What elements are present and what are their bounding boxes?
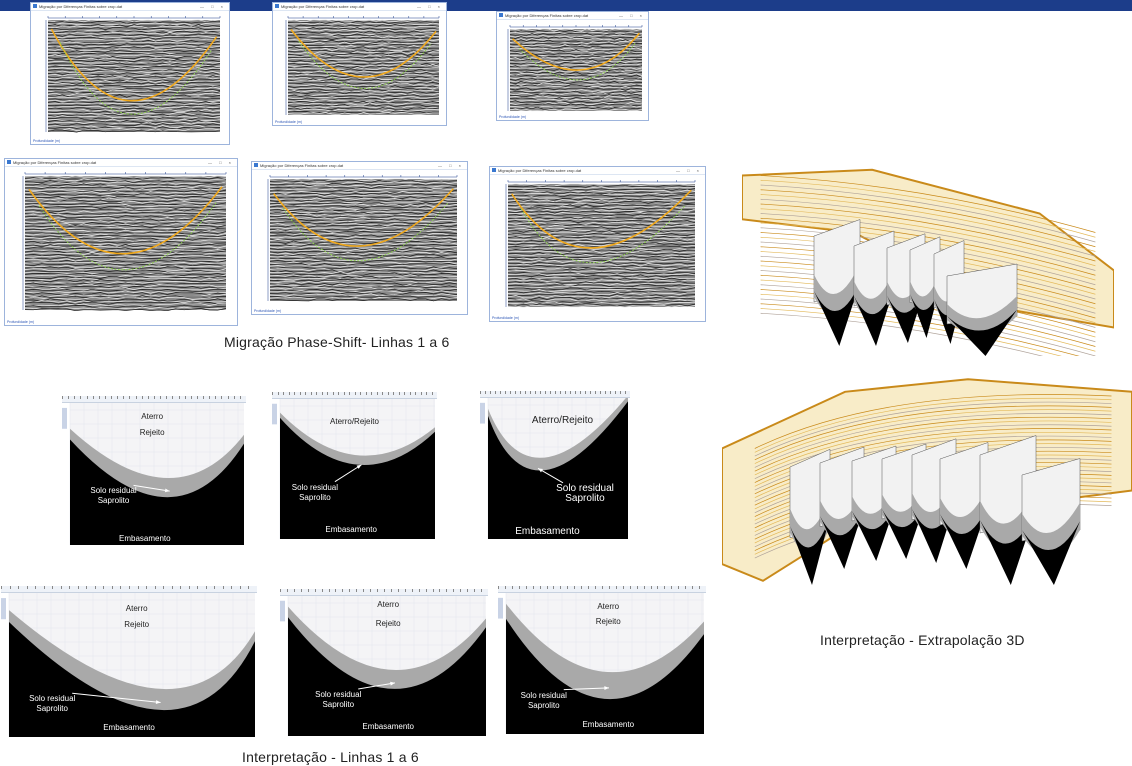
migration-window-1[interactable]: Migração por Diferenças Finitas sobre cr… (30, 2, 230, 145)
pointer-arrow (537, 467, 564, 484)
pointer-arrow (563, 686, 610, 691)
depth-axis-label: Profundidade (m) (33, 139, 61, 143)
pointer-arrow (334, 464, 362, 483)
3d-model-view-2 (722, 375, 1132, 585)
depth-axis-label: Profundidade (m) (492, 316, 520, 320)
migration-window-5[interactable]: Migração por Diferenças Finitas sobre cr… (251, 161, 468, 315)
seismic-section (505, 180, 696, 308)
pointer-arrow (358, 681, 396, 690)
seismic-section (285, 16, 440, 116)
pointer-arrow (72, 692, 161, 704)
caption-migration: Migração Phase-Shift- Linhas 1 a 6 (224, 334, 450, 350)
depth-axis-label: Profundidade (m) (499, 115, 527, 119)
interpretation-panel-2: Aterro/Rejeito Solo residual Saprolito Emb… (272, 392, 437, 545)
migration-window-2[interactable]: Migração por Diferenças Finitas sobre cr… (272, 2, 447, 126)
seismic-section (267, 175, 458, 302)
interpretation-panel-3: Aterro/Rejeito Solo residual Saprolito Emb… (480, 391, 630, 545)
pointer-arrow (133, 484, 170, 493)
depth-axis-label: Profundidade (m) (7, 320, 35, 324)
seismic-section (22, 172, 227, 311)
migration-window-3[interactable]: Migração por Diferenças Finitas sobre cr… (496, 11, 649, 121)
3d-model-view-1 (742, 166, 1114, 356)
caption-interpretation-3d: Interpretação - Extrapolação 3D (820, 632, 1025, 648)
depth-axis-label: Profundidade (m) (275, 120, 303, 124)
interpretation-panel-1: Aterro Rejeito Solo residual Saprolito Emba… (62, 396, 246, 551)
interpretation-panel-5: Aterro Rejeito Solo residual Saprolito Emba… (280, 589, 488, 742)
section-slice (1021, 458, 1081, 585)
depth-axis-label: Profundidade (m) (254, 309, 282, 313)
interpretation-panel-4: Aterro Rejeito Solo residual Saprolito Emba… (1, 586, 257, 743)
section-slice (946, 263, 1018, 356)
seismic-section (507, 25, 643, 112)
caption-interpretation-lines: Interpretação - Linhas 1 a 6 (242, 749, 419, 765)
interpretation-panel-6: Aterro Rejeito Solo residual Saprolito Emba… (498, 586, 706, 740)
seismic-section (45, 16, 221, 133)
migration-window-4[interactable]: Migração por Diferenças Finitas sobre cr… (4, 158, 238, 326)
section-slice (813, 219, 861, 346)
migration-window-6[interactable]: Migração por Diferenças Finitas sobre cr… (489, 166, 706, 322)
